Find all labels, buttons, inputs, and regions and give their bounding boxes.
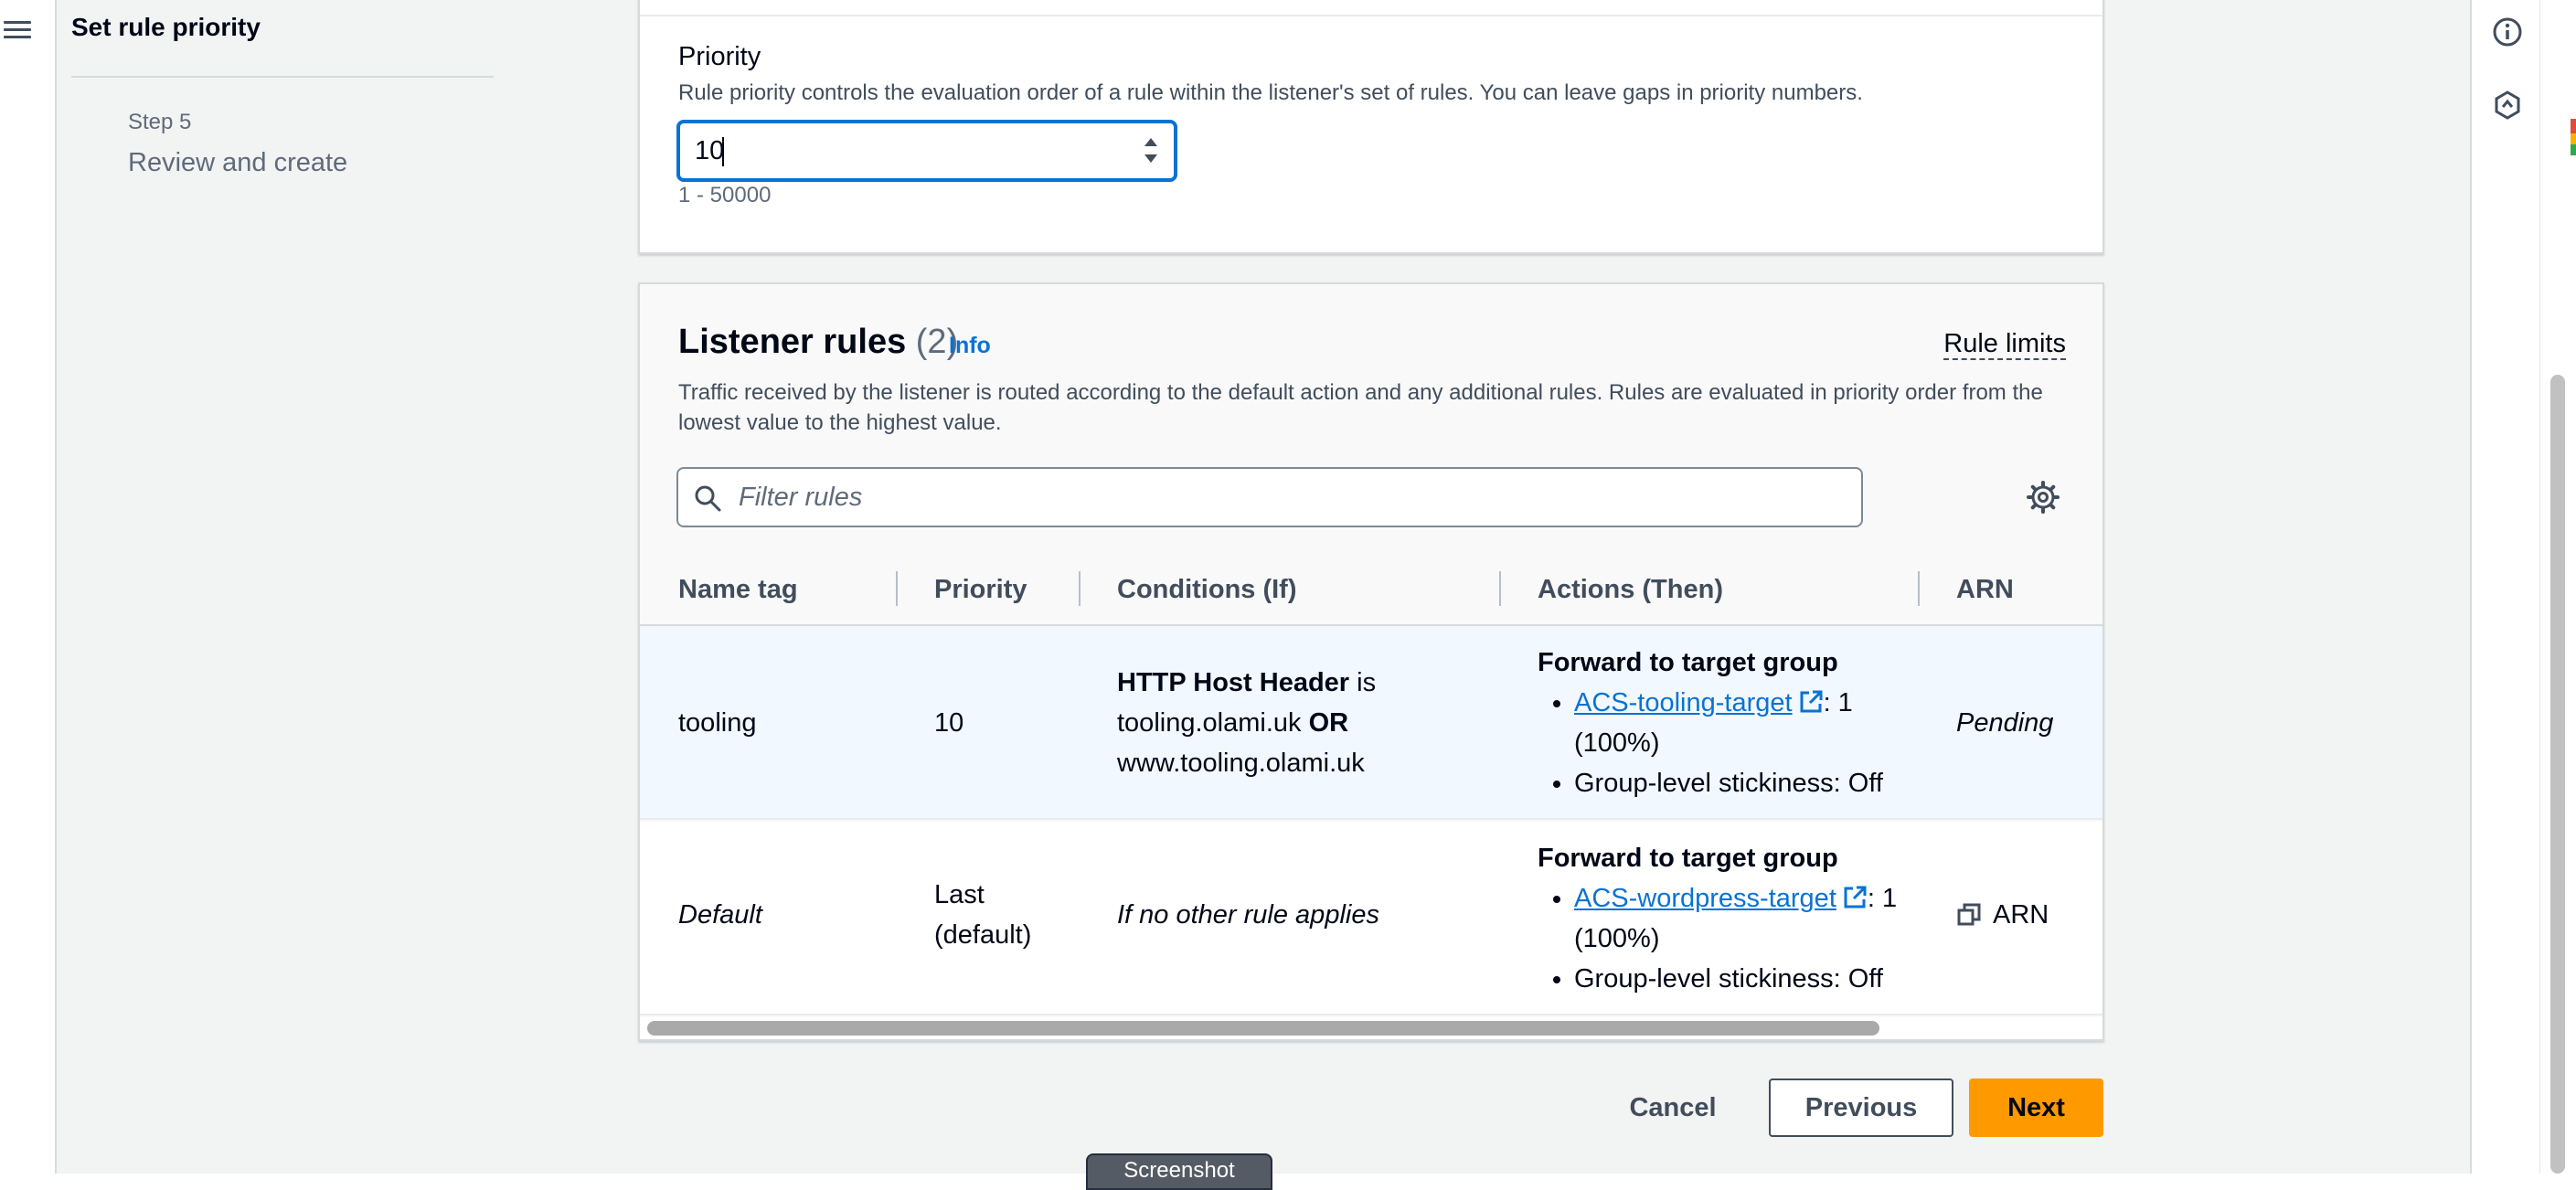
rule-priority: Last (default)	[934, 880, 1032, 950]
number-spinner[interactable]	[1143, 136, 1159, 167]
filter-rules-input[interactable]	[737, 476, 1834, 518]
priority-input[interactable]: 10	[676, 120, 1177, 182]
tools-rail	[2470, 0, 2539, 1174]
copy-icon	[1957, 903, 1981, 926]
action-title: Forward to target group	[1538, 648, 1838, 677]
listener-rules-description: Traffic received by the listener is rout…	[678, 380, 2043, 435]
external-link-icon[interactable]	[1798, 689, 1824, 715]
column-resizer[interactable]	[1079, 571, 1080, 606]
condition-value: www.tooling.olami.uk	[1117, 749, 1365, 778]
screenshot-overlay-tab[interactable]: Screenshot	[1086, 1153, 1272, 1190]
rule-actions: Forward to target group ACS-tooling-targ…	[1538, 643, 1903, 803]
horizontal-scrollbar[interactable]	[647, 1021, 1879, 1036]
rule-actions: Forward to target group ACS-wordpress-ta…	[1538, 838, 1903, 999]
priority-constraint-text: 1 - 50000	[678, 183, 772, 207]
condition-field: HTTP Host Header	[1117, 668, 1350, 697]
left-app-rail	[0, 0, 57, 1174]
column-resizer[interactable]	[1499, 571, 1501, 606]
gear-icon[interactable]	[2026, 480, 2060, 515]
listener-rules-panel: Listener rules (2) Info Rule limits Traf…	[638, 282, 2104, 1041]
column-header-name-tag[interactable]: Name tag	[678, 575, 798, 605]
stickiness-item: Group-level stickiness: Off	[1574, 959, 1903, 999]
target-group-link[interactable]: ACS-tooling-target	[1574, 688, 1793, 717]
column-header-priority[interactable]: Priority	[934, 575, 1027, 605]
spinner-up-icon[interactable]	[1144, 138, 1157, 146]
table-row[interactable]: Default Last (default) If no other rule …	[640, 822, 2102, 1015]
spinner-down-icon[interactable]	[1144, 154, 1157, 163]
search-icon	[695, 485, 721, 512]
action-target-item: ACS-tooling-target: 1 (100%)	[1574, 683, 1903, 763]
rule-name-tag: tooling	[678, 708, 757, 738]
info-link[interactable]: Info	[949, 333, 991, 359]
priority-description: Rule priority controls the evaluation or…	[678, 80, 1863, 105]
priority-label: Priority	[678, 42, 761, 71]
vertical-scrollbar[interactable]	[2550, 375, 2565, 1174]
condition-operator: is	[1357, 668, 1377, 697]
step-5-label: Step 5	[128, 110, 192, 134]
condition-or: OR	[1308, 708, 1349, 738]
action-target-item: ACS-wordpress-target: 1 (100%)	[1574, 878, 1903, 959]
rule-conditions: HTTP Host Header is tooling.olami.uk OR …	[1117, 663, 1446, 783]
action-title: Forward to target group	[1538, 844, 1838, 873]
cancel-button[interactable]: Cancel	[1618, 1078, 1728, 1137]
listener-rules-title: Listener rules	[678, 323, 907, 361]
rule-priority: 10	[934, 708, 964, 738]
steps-divider	[71, 76, 494, 78]
table-header: Name tag Priority Conditions (If) Action…	[640, 553, 2102, 626]
condition-value: tooling.olami.uk	[1117, 708, 1302, 738]
table-row[interactable]: tooling 10 HTTP Host Header is tooling.o…	[640, 626, 2102, 820]
copy-arn-button[interactable]: ARN	[1956, 895, 2049, 935]
rule-conditions: If no other rule applies	[1117, 900, 1379, 930]
rule-limits-link[interactable]: Rule limits	[1943, 329, 2066, 360]
rule-arn-pending: Pending	[1956, 708, 2054, 738]
stickiness-item: Group-level stickiness: Off	[1574, 763, 1903, 803]
column-header-arn[interactable]: ARN	[1956, 575, 2014, 605]
column-resizer[interactable]	[1918, 571, 1920, 606]
target-group-link[interactable]: ACS-wordpress-target	[1574, 884, 1836, 913]
priority-input-value[interactable]: 10	[695, 136, 724, 166]
text-caret	[722, 137, 724, 166]
current-step-title: Set rule priority	[71, 13, 261, 41]
column-header-conditions[interactable]: Conditions (If)	[1117, 575, 1297, 605]
panel-divider	[640, 15, 2102, 16]
priority-panel: Priority Rule priority controls the eval…	[638, 0, 2104, 254]
step-5-title[interactable]: Review and create	[128, 148, 347, 178]
window-edge-accent	[2571, 119, 2576, 155]
hamburger-menu-icon[interactable]	[4, 16, 31, 44]
rule-name-tag: Default	[678, 900, 762, 930]
filter-rules-box[interactable]	[676, 467, 1863, 527]
column-resizer[interactable]	[896, 571, 898, 606]
info-icon[interactable]	[2492, 16, 2523, 48]
external-link-icon[interactable]	[1842, 885, 1868, 910]
copy-arn-label: ARN	[1993, 900, 2049, 930]
column-header-actions[interactable]: Actions (Then)	[1538, 575, 1723, 605]
previous-button[interactable]: Previous	[1769, 1078, 1953, 1137]
listener-rules-heading: Listener rules (2)	[678, 323, 958, 362]
next-button[interactable]: Next	[1969, 1078, 2103, 1137]
hexagon-icon[interactable]	[2492, 90, 2523, 121]
